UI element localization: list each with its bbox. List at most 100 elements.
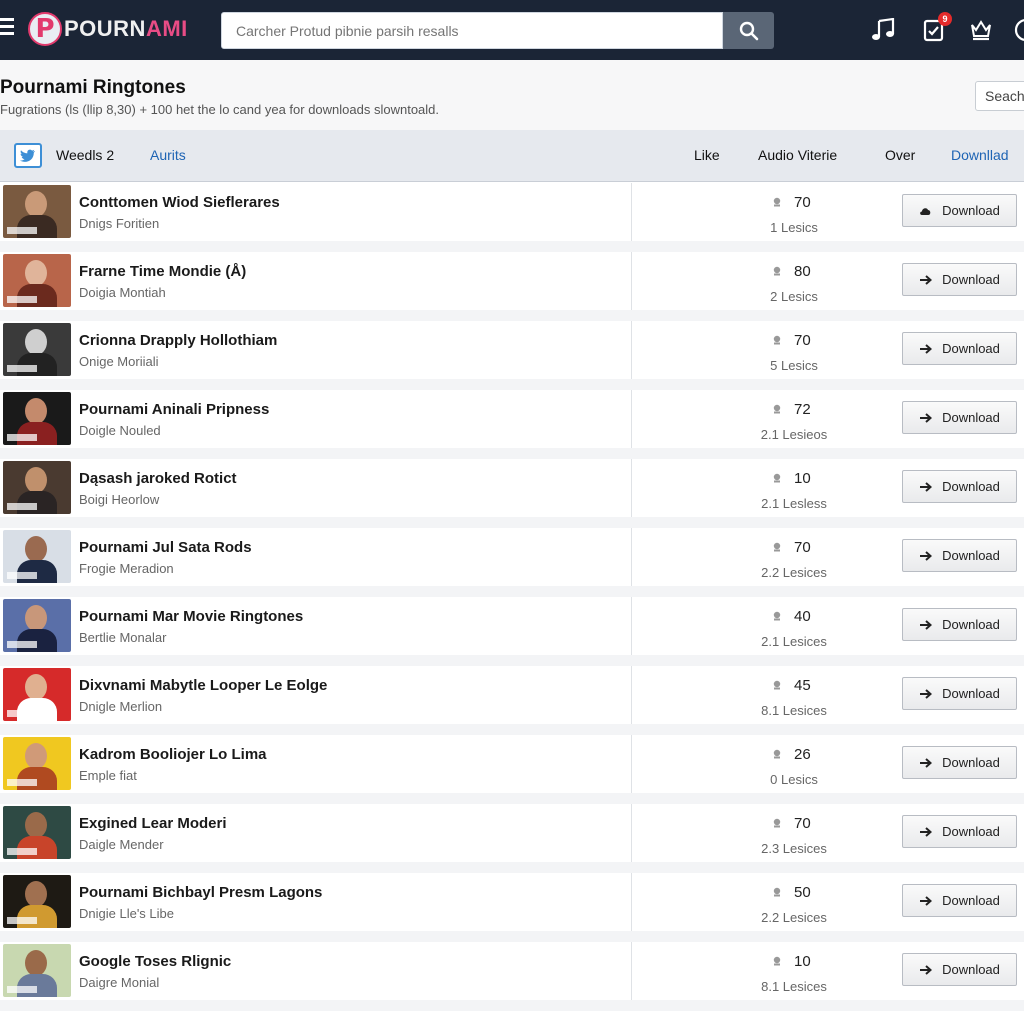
ringtone-thumbnail[interactable]	[3, 323, 71, 376]
download-button-label: Download	[942, 203, 1000, 218]
col-header-weeds[interactable]: Weedls 2	[56, 147, 114, 163]
download-button[interactable]: Download	[902, 470, 1017, 503]
like-count: 70	[794, 539, 811, 556]
crown-icon[interactable]	[967, 16, 995, 44]
ringtone-title[interactable]: Pournami Aninali Pripness	[79, 401, 269, 418]
list-item[interactable]: Crionna Drapply Hollothiam Onige Moriiali…	[0, 321, 1024, 379]
list-item[interactable]: Conttomen Wiod Sieflerares Dnigs Foritien…	[0, 183, 1024, 241]
like-icon[interactable]	[772, 404, 782, 414]
column-divider	[631, 528, 632, 586]
column-divider	[631, 735, 632, 793]
download-button-label: Download	[942, 686, 1000, 701]
column-divider	[631, 459, 632, 517]
download-button[interactable]: Download	[902, 194, 1017, 227]
like-icon[interactable]	[772, 611, 782, 621]
ringtone-title[interactable]: Conttomen Wiod Sieflerares	[79, 194, 280, 211]
list-item[interactable]: Pournami Bichbayl Presm Lagons Dnigie Lle…	[0, 873, 1024, 931]
ringtone-thumbnail[interactable]	[3, 254, 71, 307]
thumbnail-face	[25, 329, 47, 355]
col-header-audio[interactable]: Audio Viterie	[758, 147, 837, 163]
download-button[interactable]: Download	[902, 332, 1017, 365]
list-item[interactable]: Pournami Mar Movie Ringtones Bertlie Mona…	[0, 597, 1024, 655]
column-divider	[631, 804, 632, 862]
search-input[interactable]	[221, 12, 723, 49]
music-note-icon[interactable]	[870, 16, 898, 44]
ringtone-title[interactable]: Kadrom Booliojer Lo Lima	[79, 746, 267, 763]
hamburger-menu-icon[interactable]	[0, 18, 14, 38]
thumbnail-caption	[7, 434, 37, 441]
like-icon[interactable]	[772, 818, 782, 828]
download-button[interactable]: Download	[902, 677, 1017, 710]
like-icon[interactable]	[772, 749, 782, 759]
ringtone-artist: Dnigs Foritien	[79, 216, 160, 231]
play-count: 2.1 Lesless	[761, 496, 827, 511]
col-header-download[interactable]: Downllad	[951, 147, 1009, 163]
like-icon[interactable]	[772, 680, 782, 690]
download-button[interactable]: Download	[902, 815, 1017, 848]
ringtone-thumbnail[interactable]	[3, 185, 71, 238]
like-icon[interactable]	[772, 335, 782, 345]
download-button[interactable]: Download	[902, 401, 1017, 434]
arrow-right-icon	[919, 481, 933, 492]
row-separator	[0, 586, 1024, 597]
like-icon[interactable]	[772, 473, 782, 483]
like-icon[interactable]	[772, 887, 782, 897]
ringtone-thumbnail[interactable]	[3, 392, 71, 445]
list-item[interactable]: Pournami Jul Sata Rods Frogie Meradion 70 2…	[0, 528, 1024, 586]
ringtone-thumbnail[interactable]	[3, 461, 71, 514]
ringtone-title[interactable]: Dixvnami Mabytle Looper Le Eolge	[79, 677, 327, 694]
ringtone-thumbnail[interactable]	[3, 530, 71, 583]
download-button-label: Download	[942, 617, 1000, 632]
ringtone-thumbnail[interactable]	[3, 668, 71, 721]
download-button-label: Download	[942, 479, 1000, 494]
play-count: 2.3 Lesices	[761, 841, 827, 856]
ringtone-title[interactable]: Pournami Bichbayl Presm Lagons	[79, 884, 322, 901]
list-item[interactable]: Pournami Aninali Pripness Doigle Nouled 72…	[0, 390, 1024, 448]
ringtone-thumbnail[interactable]	[3, 944, 71, 997]
list-item[interactable]: Frarne Time Mondie (Å) Doigia Montiah 80 2 …	[0, 252, 1024, 310]
page-search-button[interactable]: Seach	[975, 81, 1024, 111]
download-button[interactable]: Download	[902, 263, 1017, 296]
thumbnail-caption	[7, 710, 37, 717]
download-button-label: Download	[942, 548, 1000, 563]
like-icon[interactable]	[772, 956, 782, 966]
list-item[interactable]: Dixvnami Mabytle Looper Le Eolge Dnigle M…	[0, 666, 1024, 724]
list-item[interactable]: Dąsash jaroked Rotict Boigi Heorlow 10 2.1 …	[0, 459, 1024, 517]
ringtone-thumbnail[interactable]	[3, 599, 71, 652]
download-button[interactable]: Download	[902, 884, 1017, 917]
twitter-icon[interactable]	[14, 143, 42, 168]
ringtone-thumbnail[interactable]	[3, 806, 71, 859]
list-item[interactable]: Google Toses Rlignic Daigre Monial 10 8.1 L…	[0, 942, 1024, 1000]
ringtone-title[interactable]: Pournami Mar Movie Ringtones	[79, 608, 303, 625]
list-item[interactable]: Kadrom Booliojer Lo Lima Emple fiat 26 0 Le…	[0, 735, 1024, 793]
download-button[interactable]: Download	[902, 746, 1017, 779]
like-icon[interactable]	[772, 266, 782, 276]
download-button-label: Download	[942, 824, 1000, 839]
site-logo[interactable]: P POURNAMI	[28, 12, 188, 46]
download-button[interactable]: Download	[902, 953, 1017, 986]
download-button[interactable]: Download	[902, 539, 1017, 572]
download-button[interactable]: Download	[902, 608, 1017, 641]
ringtone-title[interactable]: Dąsash jaroked Rotict	[79, 470, 237, 487]
search-icon	[739, 21, 758, 40]
ringtone-title[interactable]: Google Toses Rlignic	[79, 953, 231, 970]
like-icon[interactable]	[772, 197, 782, 207]
like-count: 26	[794, 746, 811, 763]
user-menu-icon[interactable]	[1012, 16, 1024, 44]
ringtone-title[interactable]: Crionna Drapply Hollothiam	[79, 332, 277, 349]
ringtone-thumbnail[interactable]	[3, 737, 71, 790]
ringtone-title[interactable]: Pournami Jul Sata Rods	[79, 539, 252, 556]
col-header-like[interactable]: Like	[694, 147, 720, 163]
col-header-over[interactable]: Over	[885, 147, 915, 163]
search-button[interactable]	[723, 12, 774, 49]
row-separator	[0, 655, 1024, 666]
list-item[interactable]: Exgined Lear Moderi Daigle Mender 70 2.3 Le…	[0, 804, 1024, 862]
like-icon[interactable]	[772, 542, 782, 552]
row-separator	[0, 379, 1024, 390]
ringtone-title[interactable]: Frarne Time Mondie (Å)	[79, 263, 246, 280]
col-header-aurits[interactable]: Aurits	[150, 147, 186, 163]
ringtone-title[interactable]: Exgined Lear Moderi	[79, 815, 227, 832]
notifications-button[interactable]: 9	[920, 12, 952, 44]
cloud-download-icon	[919, 206, 932, 216]
ringtone-thumbnail[interactable]	[3, 875, 71, 928]
